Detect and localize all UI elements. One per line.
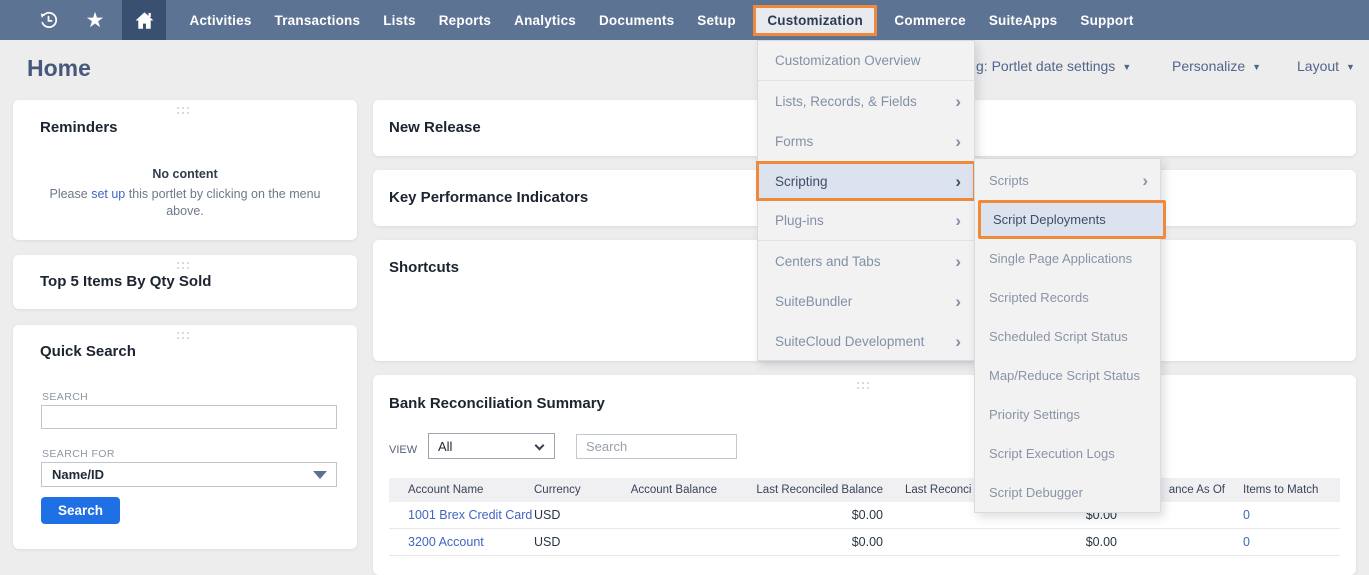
menu-item-suitebundler[interactable]: SuiteBundler›: [758, 281, 974, 321]
nav-tab-activities[interactable]: Activities: [190, 13, 252, 28]
nav-tab-lists[interactable]: Lists: [383, 13, 416, 28]
menu-item-scripting[interactable]: Scripting›: [756, 161, 976, 201]
portlet-title: Quick Search: [40, 343, 136, 360]
nav-tab-reports[interactable]: Reports: [439, 13, 491, 28]
page-title: Home: [27, 55, 91, 82]
nav-tabs: Activities Transactions Lists Reports An…: [178, 0, 1145, 40]
search-button[interactable]: Search: [41, 497, 120, 524]
portlet-title: Shortcuts: [389, 259, 459, 276]
history-icon[interactable]: [28, 0, 68, 40]
view-select[interactable]: All: [428, 433, 555, 459]
portlet-title: Bank Reconciliation Summary: [389, 395, 605, 412]
submenu-item-priority-settings[interactable]: Priority Settings: [975, 395, 1160, 434]
column-header: Currency: [534, 484, 619, 496]
chevron-down-icon: ▼: [1346, 62, 1355, 72]
menu-item-centers-and-tabs[interactable]: Centers and Tabs›: [758, 241, 974, 281]
layout-dropdown[interactable]: Layout▼: [1297, 58, 1355, 74]
column-header: Items to Match: [1225, 484, 1340, 496]
column-header: Account Balance: [619, 484, 719, 496]
menu-item-customization-overview[interactable]: Customization Overview: [758, 41, 974, 81]
drag-handle-icon[interactable]: [857, 382, 869, 389]
menu-item-plug-ins[interactable]: Plug-ins›: [758, 201, 974, 241]
portlet-title: New Release: [389, 119, 481, 136]
nav-tab-customization[interactable]: Customization: [753, 5, 877, 36]
star-icon[interactable]: ★: [75, 0, 115, 40]
submenu-item-single-page-applications[interactable]: Single Page Applications: [975, 239, 1160, 278]
personalize-dropdown[interactable]: Personalize▼: [1172, 58, 1261, 74]
bank-reconciliation-portlet: Bank Reconciliation Summary VIEW All Acc…: [373, 375, 1356, 575]
chevron-right-icon: ›: [955, 133, 961, 150]
reminders-empty-state: No content Please set up this portlet by…: [35, 166, 335, 220]
chevron-right-icon: ›: [955, 253, 961, 270]
top-items-portlet: Top 5 Items By Qty Sold: [13, 255, 357, 309]
nav-tab-commerce[interactable]: Commerce: [894, 13, 965, 28]
drag-handle-icon[interactable]: [177, 332, 189, 339]
nav-tab-support[interactable]: Support: [1080, 13, 1133, 28]
table-header-row: Account Name Currency Account Balance La…: [389, 478, 1340, 502]
items-to-match-link[interactable]: 0: [1243, 535, 1250, 549]
set-up-link[interactable]: set up: [91, 187, 125, 201]
menu-item-suitecloud-development[interactable]: SuiteCloud Development›: [758, 321, 974, 361]
dropdown-triangle-icon: [313, 471, 327, 479]
search-for-select[interactable]: Name/ID: [41, 462, 337, 487]
chevron-down-icon: ▼: [1252, 62, 1261, 72]
table-row: 3200 Account USD $0.00 $0.00 0: [389, 529, 1340, 556]
customization-menu: Customization Overview Lists, Records, &…: [757, 40, 975, 361]
search-field-label: SEARCH: [42, 391, 88, 403]
drag-handle-icon[interactable]: [177, 262, 189, 269]
chevron-down-icon: ▼: [1122, 62, 1131, 72]
account-link[interactable]: 3200 Account: [408, 535, 484, 549]
submenu-item-script-debugger[interactable]: Script Debugger: [975, 473, 1160, 512]
chevron-right-icon: ›: [955, 212, 961, 229]
portlet-title: Top 5 Items By Qty Sold: [40, 273, 211, 290]
submenu-item-scripts[interactable]: Scripts›: [975, 161, 1160, 200]
portlet-title: Reminders: [40, 119, 118, 136]
scripting-submenu: Scripts› Script Deployments Single Page …: [974, 158, 1161, 513]
quick-search-portlet: Quick Search SEARCH SEARCH FOR Name/ID S…: [13, 325, 357, 549]
submenu-item-script-execution-logs[interactable]: Script Execution Logs: [975, 434, 1160, 473]
nav-tab-setup[interactable]: Setup: [697, 13, 736, 28]
chevron-right-icon: ›: [955, 173, 961, 190]
chevron-right-icon: ›: [1142, 172, 1148, 189]
portlet-title: Key Performance Indicators: [389, 189, 588, 206]
submenu-item-script-deployments[interactable]: Script Deployments: [978, 200, 1166, 239]
home-icon[interactable]: [122, 0, 166, 40]
nav-tab-analytics[interactable]: Analytics: [514, 13, 576, 28]
no-content-label: No content: [35, 166, 335, 183]
submenu-item-map-reduce-script-status[interactable]: Map/Reduce Script Status: [975, 356, 1160, 395]
top-navbar: ★ Activities Transactions Lists Reports …: [0, 0, 1369, 40]
view-label: VIEW: [389, 444, 417, 456]
portlet-date-settings-dropdown[interactable]: g: Portlet date settings▼: [976, 58, 1131, 74]
column-header: Last Reconciled Balance: [719, 484, 889, 496]
column-header: Account Name: [389, 484, 534, 496]
submenu-item-scripted-records[interactable]: Scripted Records: [975, 278, 1160, 317]
chevron-right-icon: ›: [955, 293, 961, 310]
menu-item-lists-records-fields[interactable]: Lists, Records, & Fields›: [758, 81, 974, 121]
nav-tab-suiteapps[interactable]: SuiteApps: [989, 13, 1058, 28]
search-for-field-label: SEARCH FOR: [42, 448, 115, 460]
chevron-right-icon: ›: [955, 93, 961, 110]
table-row: 1001 Brex Credit Card USD $0.00 $0.00 0: [389, 502, 1340, 529]
items-to-match-link[interactable]: 0: [1243, 508, 1250, 522]
drag-handle-icon[interactable]: [177, 107, 189, 114]
reminders-portlet: Reminders No content Please set up this …: [13, 100, 357, 240]
nav-tab-transactions[interactable]: Transactions: [275, 13, 361, 28]
chevron-right-icon: ›: [955, 333, 961, 350]
nav-tab-documents[interactable]: Documents: [599, 13, 674, 28]
bank-reconciliation-table: Account Name Currency Account Balance La…: [389, 478, 1340, 556]
table-search-input[interactable]: [576, 434, 737, 459]
menu-item-forms[interactable]: Forms›: [758, 121, 974, 161]
account-link[interactable]: 1001 Brex Credit Card: [408, 508, 532, 522]
search-input[interactable]: [41, 405, 337, 429]
submenu-item-scheduled-script-status[interactable]: Scheduled Script Status: [975, 317, 1160, 356]
chevron-down-icon: [535, 441, 545, 451]
